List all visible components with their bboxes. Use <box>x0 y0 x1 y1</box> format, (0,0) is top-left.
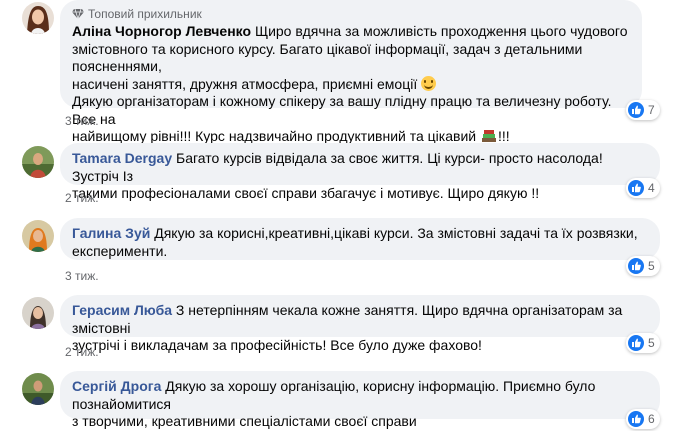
smiling-face-icon <box>421 75 437 91</box>
reaction-count[interactable]: 4 <box>626 178 660 198</box>
like-count: 4 <box>648 181 655 195</box>
reaction-count[interactable]: 5 <box>626 333 660 353</box>
reaction-count[interactable]: 6 <box>626 409 660 429</box>
avatar[interactable] <box>22 373 54 405</box>
comment-timestamp[interactable]: 2 тиж. <box>65 191 99 205</box>
comment-author[interactable]: Аліна Чорногор Левченко <box>72 23 251 39</box>
comment-bubble: Герасим Люба З нетерпінням чекала кожне … <box>60 295 660 353</box>
comment-author[interactable]: Сергій Дрога <box>72 378 161 394</box>
like-count: 5 <box>648 259 655 273</box>
like-icon <box>628 335 644 351</box>
comment-bubble: Галина Зуй Дякую за корисні,креативні,ці… <box>60 218 660 260</box>
comment-author[interactable]: Галина Зуй <box>72 225 150 241</box>
comment-timestamp[interactable]: 3 тиж. <box>65 114 99 128</box>
avatar[interactable] <box>22 146 54 178</box>
like-count: 7 <box>648 103 655 117</box>
comment-text: Дякую організаторам і кожному спікеру за… <box>72 93 612 127</box>
diamond-icon <box>72 8 84 20</box>
like-icon <box>628 180 644 196</box>
comment-text: Дякую за корисні,креативні,цікаві курси.… <box>154 225 638 241</box>
comment-text: з творчими, креативними спеціалістами св… <box>72 413 417 429</box>
comment-bubble: Сергій Дрога Дякую за хорошу організацію… <box>60 371 660 429</box>
like-count: 5 <box>648 336 655 350</box>
comment-text: Щиро вдячна за можливість проходження ць… <box>254 23 628 39</box>
badge-label: Топовий прихильник <box>88 7 202 21</box>
like-icon <box>628 102 644 118</box>
comment-text: змістовного та корисного курсу. Багато ц… <box>72 40 583 75</box>
comment-author[interactable]: Tamara Dergay <box>72 150 172 166</box>
comment-bubble: Tamara Dergay Багато курсів відвідала за… <box>60 143 660 201</box>
like-icon <box>628 258 644 274</box>
avatar[interactable] <box>22 2 54 34</box>
comment-author[interactable]: Герасим Люба <box>72 302 172 318</box>
comment-timestamp[interactable]: 2 тиж. <box>65 345 99 359</box>
books-icon <box>481 130 496 142</box>
comment-text: такими професіоналами своєї справи збага… <box>72 185 540 201</box>
avatar[interactable] <box>22 297 54 329</box>
like-count: 6 <box>648 412 655 426</box>
top-fan-badge[interactable]: Топовий прихильник <box>72 7 630 21</box>
comment-text: !!! <box>497 128 510 144</box>
comment-text: насичені заняття, дружня атмосфера, приє… <box>72 75 418 92</box>
comment-text: зустрічі і викладачам за професійність! … <box>72 337 482 353</box>
reaction-count[interactable]: 7 <box>626 100 660 120</box>
comment-text: найвищому рівні!!! Курс надзвичайно прод… <box>72 128 477 144</box>
avatar[interactable] <box>22 220 54 252</box>
reaction-count[interactable]: 5 <box>626 256 660 276</box>
like-icon <box>628 411 644 427</box>
comment-text: експерименти. <box>72 242 168 259</box>
comment-bubble: Топовий прихильник Аліна Чорногор Левчен… <box>60 0 642 144</box>
comment-timestamp[interactable]: 3 тиж. <box>65 269 99 283</box>
